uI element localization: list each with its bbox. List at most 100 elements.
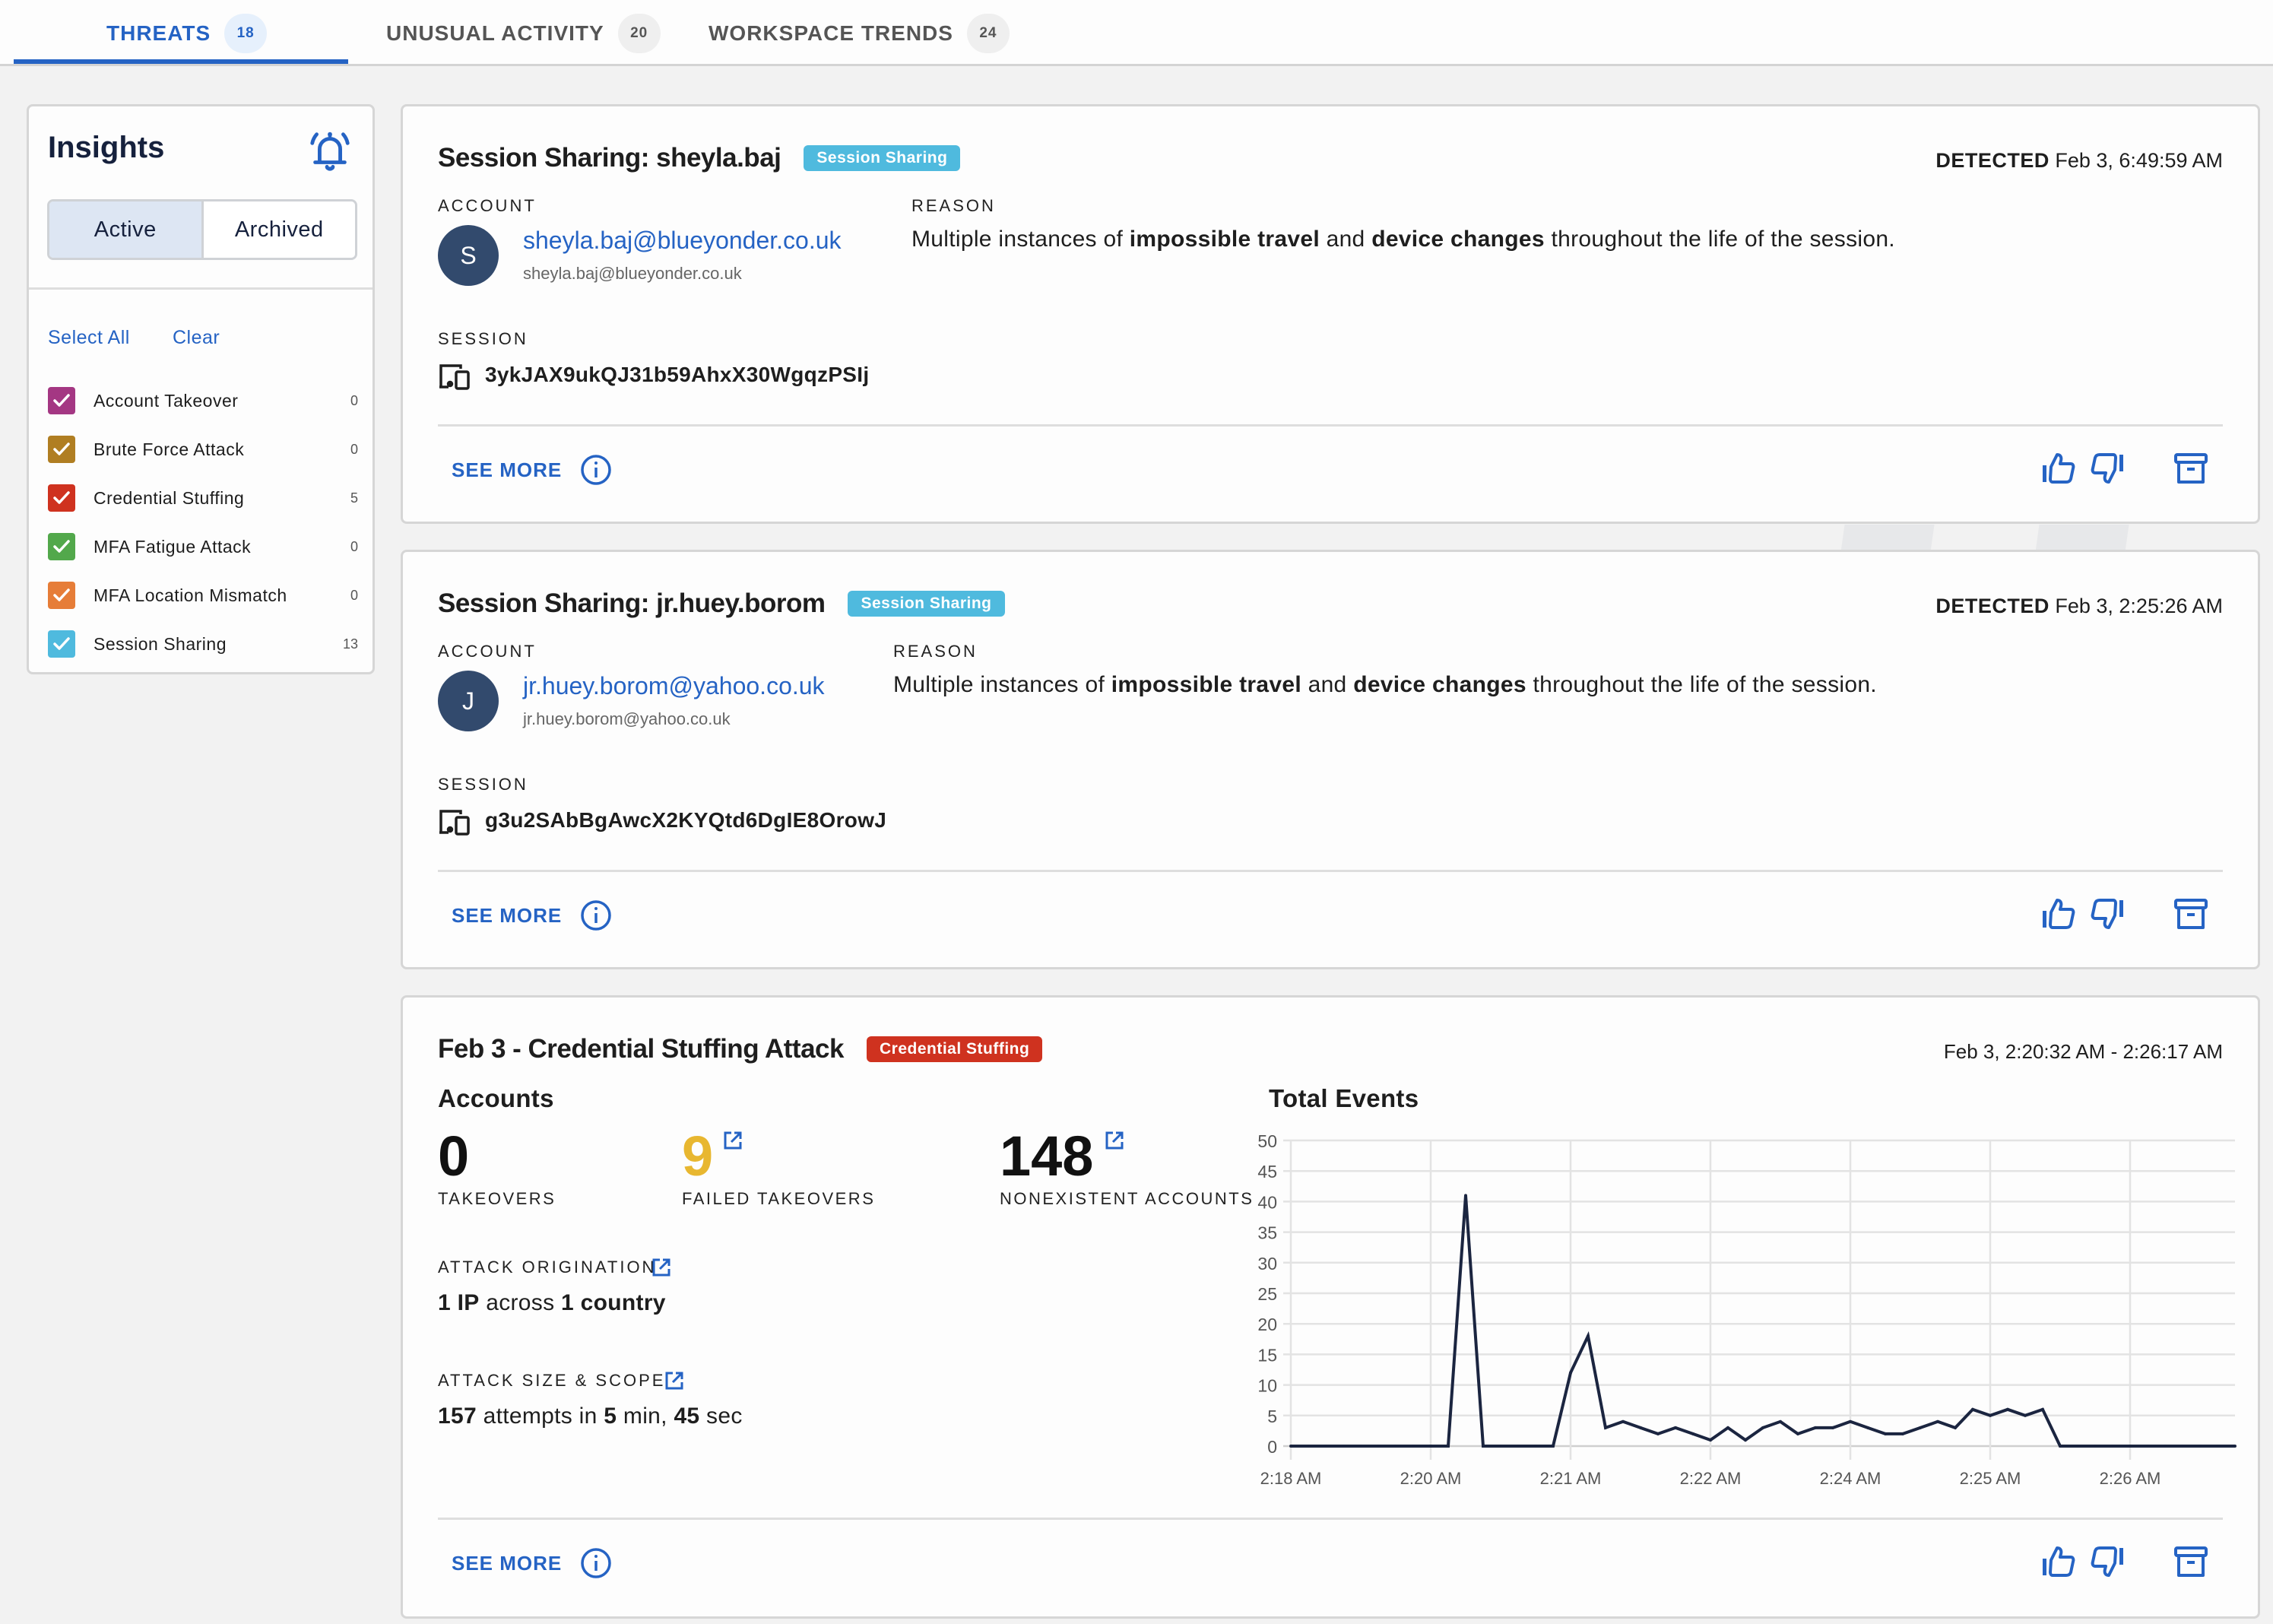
thumbs-up-icon[interactable] bbox=[2040, 896, 2077, 932]
see-more-button[interactable]: SEE MORE bbox=[452, 1547, 612, 1579]
divider bbox=[438, 1518, 2223, 1520]
filter-list: Account Takeover 0 Brute Force Attack 0 Cred… bbox=[48, 376, 358, 668]
x-tick-label: 2:25 AM bbox=[1960, 1469, 2021, 1484]
data-point bbox=[1499, 1445, 1502, 1448]
thumbs-down-icon[interactable] bbox=[2089, 1543, 2126, 1580]
archive-icon[interactable] bbox=[2173, 896, 2209, 932]
x-tick-label: 2:24 AM bbox=[1820, 1469, 1881, 1484]
attack-scope-label: ATTACK SIZE & SCOPE bbox=[438, 1371, 666, 1390]
data-point bbox=[1796, 1432, 1799, 1435]
accounts-title: Accounts bbox=[438, 1084, 554, 1112]
y-tick-label: 40 bbox=[1257, 1192, 1277, 1212]
card-title: Session Sharing: sheyla.baj bbox=[438, 143, 781, 173]
external-link-icon[interactable] bbox=[664, 1370, 685, 1391]
stat-word: country bbox=[574, 1290, 666, 1315]
tab-workspace-trends[interactable]: WORKSPACE TRENDS 24 bbox=[709, 0, 1010, 66]
thumbs-down-icon[interactable] bbox=[2089, 896, 2126, 932]
select-all-link[interactable]: Select All bbox=[48, 327, 130, 349]
tab-unusual-activity[interactable]: UNUSUAL ACTIVITY 20 bbox=[386, 0, 661, 66]
see-more-label: SEE MORE bbox=[452, 903, 563, 927]
filter-item[interactable]: Session Sharing 13 bbox=[48, 620, 358, 668]
data-point bbox=[1744, 1438, 1747, 1442]
card-actions bbox=[2040, 896, 2209, 932]
info-icon[interactable] bbox=[580, 1547, 612, 1579]
data-point bbox=[2216, 1445, 2219, 1448]
filter-item[interactable]: Brute Force Attack 0 bbox=[48, 425, 358, 474]
y-tick-label: 50 bbox=[1257, 1131, 1277, 1151]
y-tick-label: 30 bbox=[1257, 1254, 1277, 1274]
reason-highlight: device changes bbox=[1371, 227, 1545, 252]
external-link-icon[interactable] bbox=[722, 1130, 743, 1151]
external-link-icon[interactable] bbox=[651, 1257, 672, 1278]
external-link-icon[interactable] bbox=[1104, 1130, 1125, 1151]
tab-threats[interactable]: THREATS 18 bbox=[106, 0, 268, 66]
data-point bbox=[2076, 1445, 2079, 1448]
stat-word: min, bbox=[617, 1404, 674, 1429]
see-more-button[interactable]: SEE MORE bbox=[452, 454, 612, 486]
thumbs-down-icon[interactable] bbox=[2089, 450, 2126, 487]
takeovers-label: TAKEOVERS bbox=[438, 1189, 556, 1208]
tab-bar: THREATS 18 UNUSUAL ACTIVITY 20 WORKSPACE… bbox=[0, 0, 2273, 66]
data-point bbox=[1901, 1432, 1904, 1435]
reason-text: Multiple instances of impossible travel … bbox=[893, 672, 1877, 698]
active-tab-indicator bbox=[14, 59, 348, 64]
data-point bbox=[1866, 1426, 1869, 1429]
filter-item[interactable]: Credential Stuffing 5 bbox=[48, 474, 358, 522]
reason-text-part: throughout the life of the session. bbox=[1544, 227, 1895, 252]
filter-checkbox[interactable] bbox=[48, 436, 75, 463]
filter-count: 0 bbox=[350, 392, 358, 408]
filter-label: MFA Fatigue Attack bbox=[94, 536, 252, 557]
data-point bbox=[1761, 1426, 1764, 1429]
filter-checkbox[interactable] bbox=[48, 630, 75, 658]
data-point bbox=[1552, 1445, 1555, 1448]
y-tick-label: 35 bbox=[1257, 1223, 1277, 1243]
active-archived-toggle: Active Archived bbox=[47, 199, 357, 260]
filter-label: Session Sharing bbox=[94, 633, 227, 654]
avatar: J bbox=[438, 671, 499, 731]
x-tick-label: 2:26 AM bbox=[2100, 1469, 2161, 1484]
account-email-link[interactable]: sheyla.baj@blueyonder.co.uk bbox=[523, 227, 842, 255]
archive-icon[interactable] bbox=[2173, 450, 2209, 487]
filter-checkbox[interactable] bbox=[48, 533, 75, 560]
data-point bbox=[1342, 1445, 1345, 1448]
info-icon[interactable] bbox=[580, 454, 612, 486]
clear-link[interactable]: Clear bbox=[173, 327, 220, 349]
session-id: 3ykJAX9ukQJ31b59AhxX30WgqzPSIj bbox=[485, 363, 870, 386]
filter-checkbox[interactable] bbox=[48, 484, 75, 512]
data-point bbox=[1412, 1445, 1415, 1448]
duration-seconds: 45 bbox=[674, 1404, 700, 1429]
filter-checkbox[interactable] bbox=[48, 582, 75, 609]
filter-label: Account Takeover bbox=[94, 390, 239, 411]
thumbs-up-icon[interactable] bbox=[2040, 1543, 2077, 1580]
archive-icon[interactable] bbox=[2173, 1543, 2209, 1580]
bell-alert-icon[interactable] bbox=[306, 127, 353, 174]
account-email-link[interactable]: jr.huey.borom@yahoo.co.uk bbox=[523, 672, 825, 700]
see-more-button[interactable]: SEE MORE bbox=[452, 899, 612, 931]
data-point bbox=[2111, 1445, 2114, 1448]
country-count: 1 bbox=[561, 1290, 575, 1315]
data-point bbox=[1656, 1432, 1660, 1435]
divider bbox=[438, 870, 2223, 872]
data-point bbox=[1289, 1445, 1292, 1448]
tab-label: UNUSUAL ACTIVITY bbox=[386, 21, 604, 45]
attack-time-range: Feb 3, 2:20:32 AM - 2:26:17 AM bbox=[1943, 1040, 2223, 1063]
nonexistent-accounts-value: 148 bbox=[1000, 1124, 1094, 1188]
y-tick-label: 10 bbox=[1257, 1376, 1277, 1396]
info-icon[interactable] bbox=[580, 899, 612, 931]
reason-text-part: and bbox=[1301, 672, 1354, 697]
y-tick-label: 15 bbox=[1257, 1345, 1277, 1365]
segment-active[interactable]: Active bbox=[49, 201, 204, 258]
filter-item[interactable]: MFA Fatigue Attack 0 bbox=[48, 522, 358, 571]
y-tick-label: 0 bbox=[1267, 1437, 1277, 1457]
reason-text-part: throughout the life of the session. bbox=[1526, 672, 1877, 697]
filter-checkbox[interactable] bbox=[48, 387, 75, 414]
filter-item[interactable]: MFA Location Mismatch 0 bbox=[48, 571, 358, 620]
category-badge: Session Sharing bbox=[848, 591, 1005, 617]
account-label: ACCOUNT bbox=[438, 642, 537, 661]
data-point bbox=[1429, 1445, 1432, 1448]
thumbs-up-icon[interactable] bbox=[2040, 450, 2077, 487]
filter-count: 0 bbox=[350, 538, 358, 554]
filter-item[interactable]: Account Takeover 0 bbox=[48, 376, 358, 425]
detected-label: DETECTED bbox=[1935, 595, 2050, 617]
segment-archived[interactable]: Archived bbox=[203, 201, 355, 258]
